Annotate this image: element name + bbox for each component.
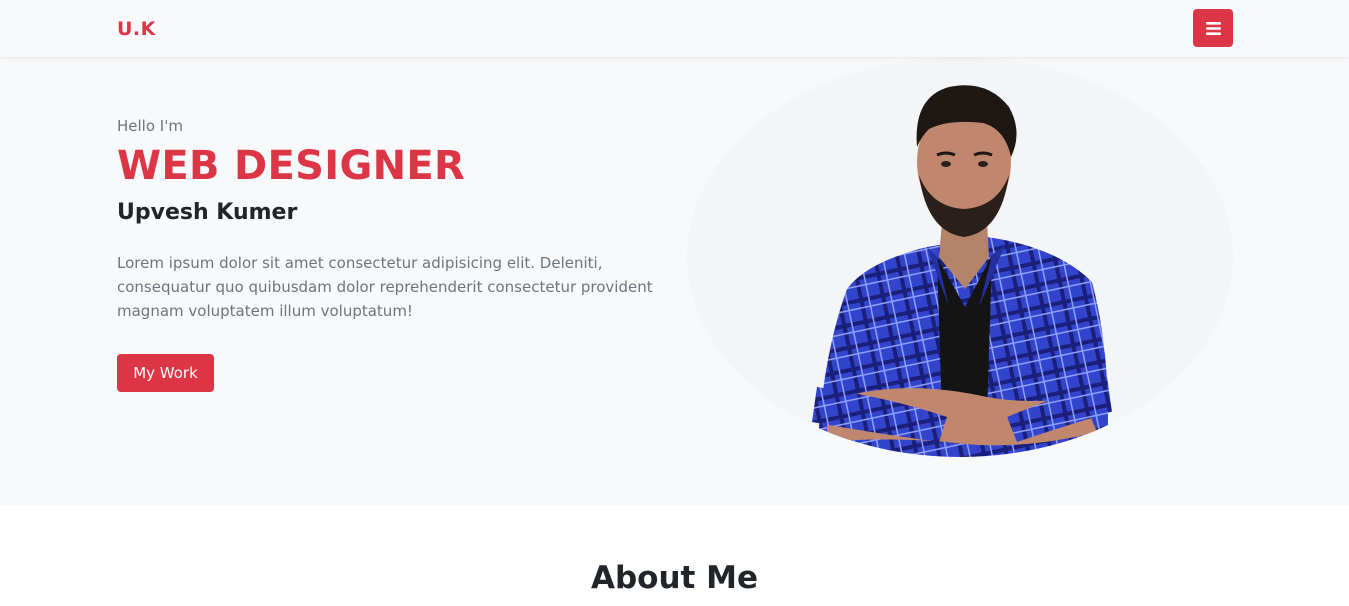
brand-logo[interactable]: U.K: [117, 18, 156, 40]
hero-description: Lorem ipsum dolor sit amet consectetur a…: [117, 254, 653, 320]
navbar: U.K: [0, 0, 1349, 57]
menu-toggle-button[interactable]: [1193, 9, 1233, 47]
person-name: Upvesh Kumer: [117, 200, 298, 225]
about-section-title: About Me: [590, 560, 759, 596]
role-title: WEB DESIGNER: [117, 143, 466, 189]
greeting-text: Hello I'm: [117, 117, 183, 135]
hero-section: Hello I'm WEB DESIGNER Upvesh Kumer Lore…: [0, 57, 1349, 505]
portrait-image: [687, 57, 1233, 457]
my-work-button[interactable]: My Work: [117, 354, 214, 392]
hamburger-menu-icon: [1205, 21, 1221, 35]
